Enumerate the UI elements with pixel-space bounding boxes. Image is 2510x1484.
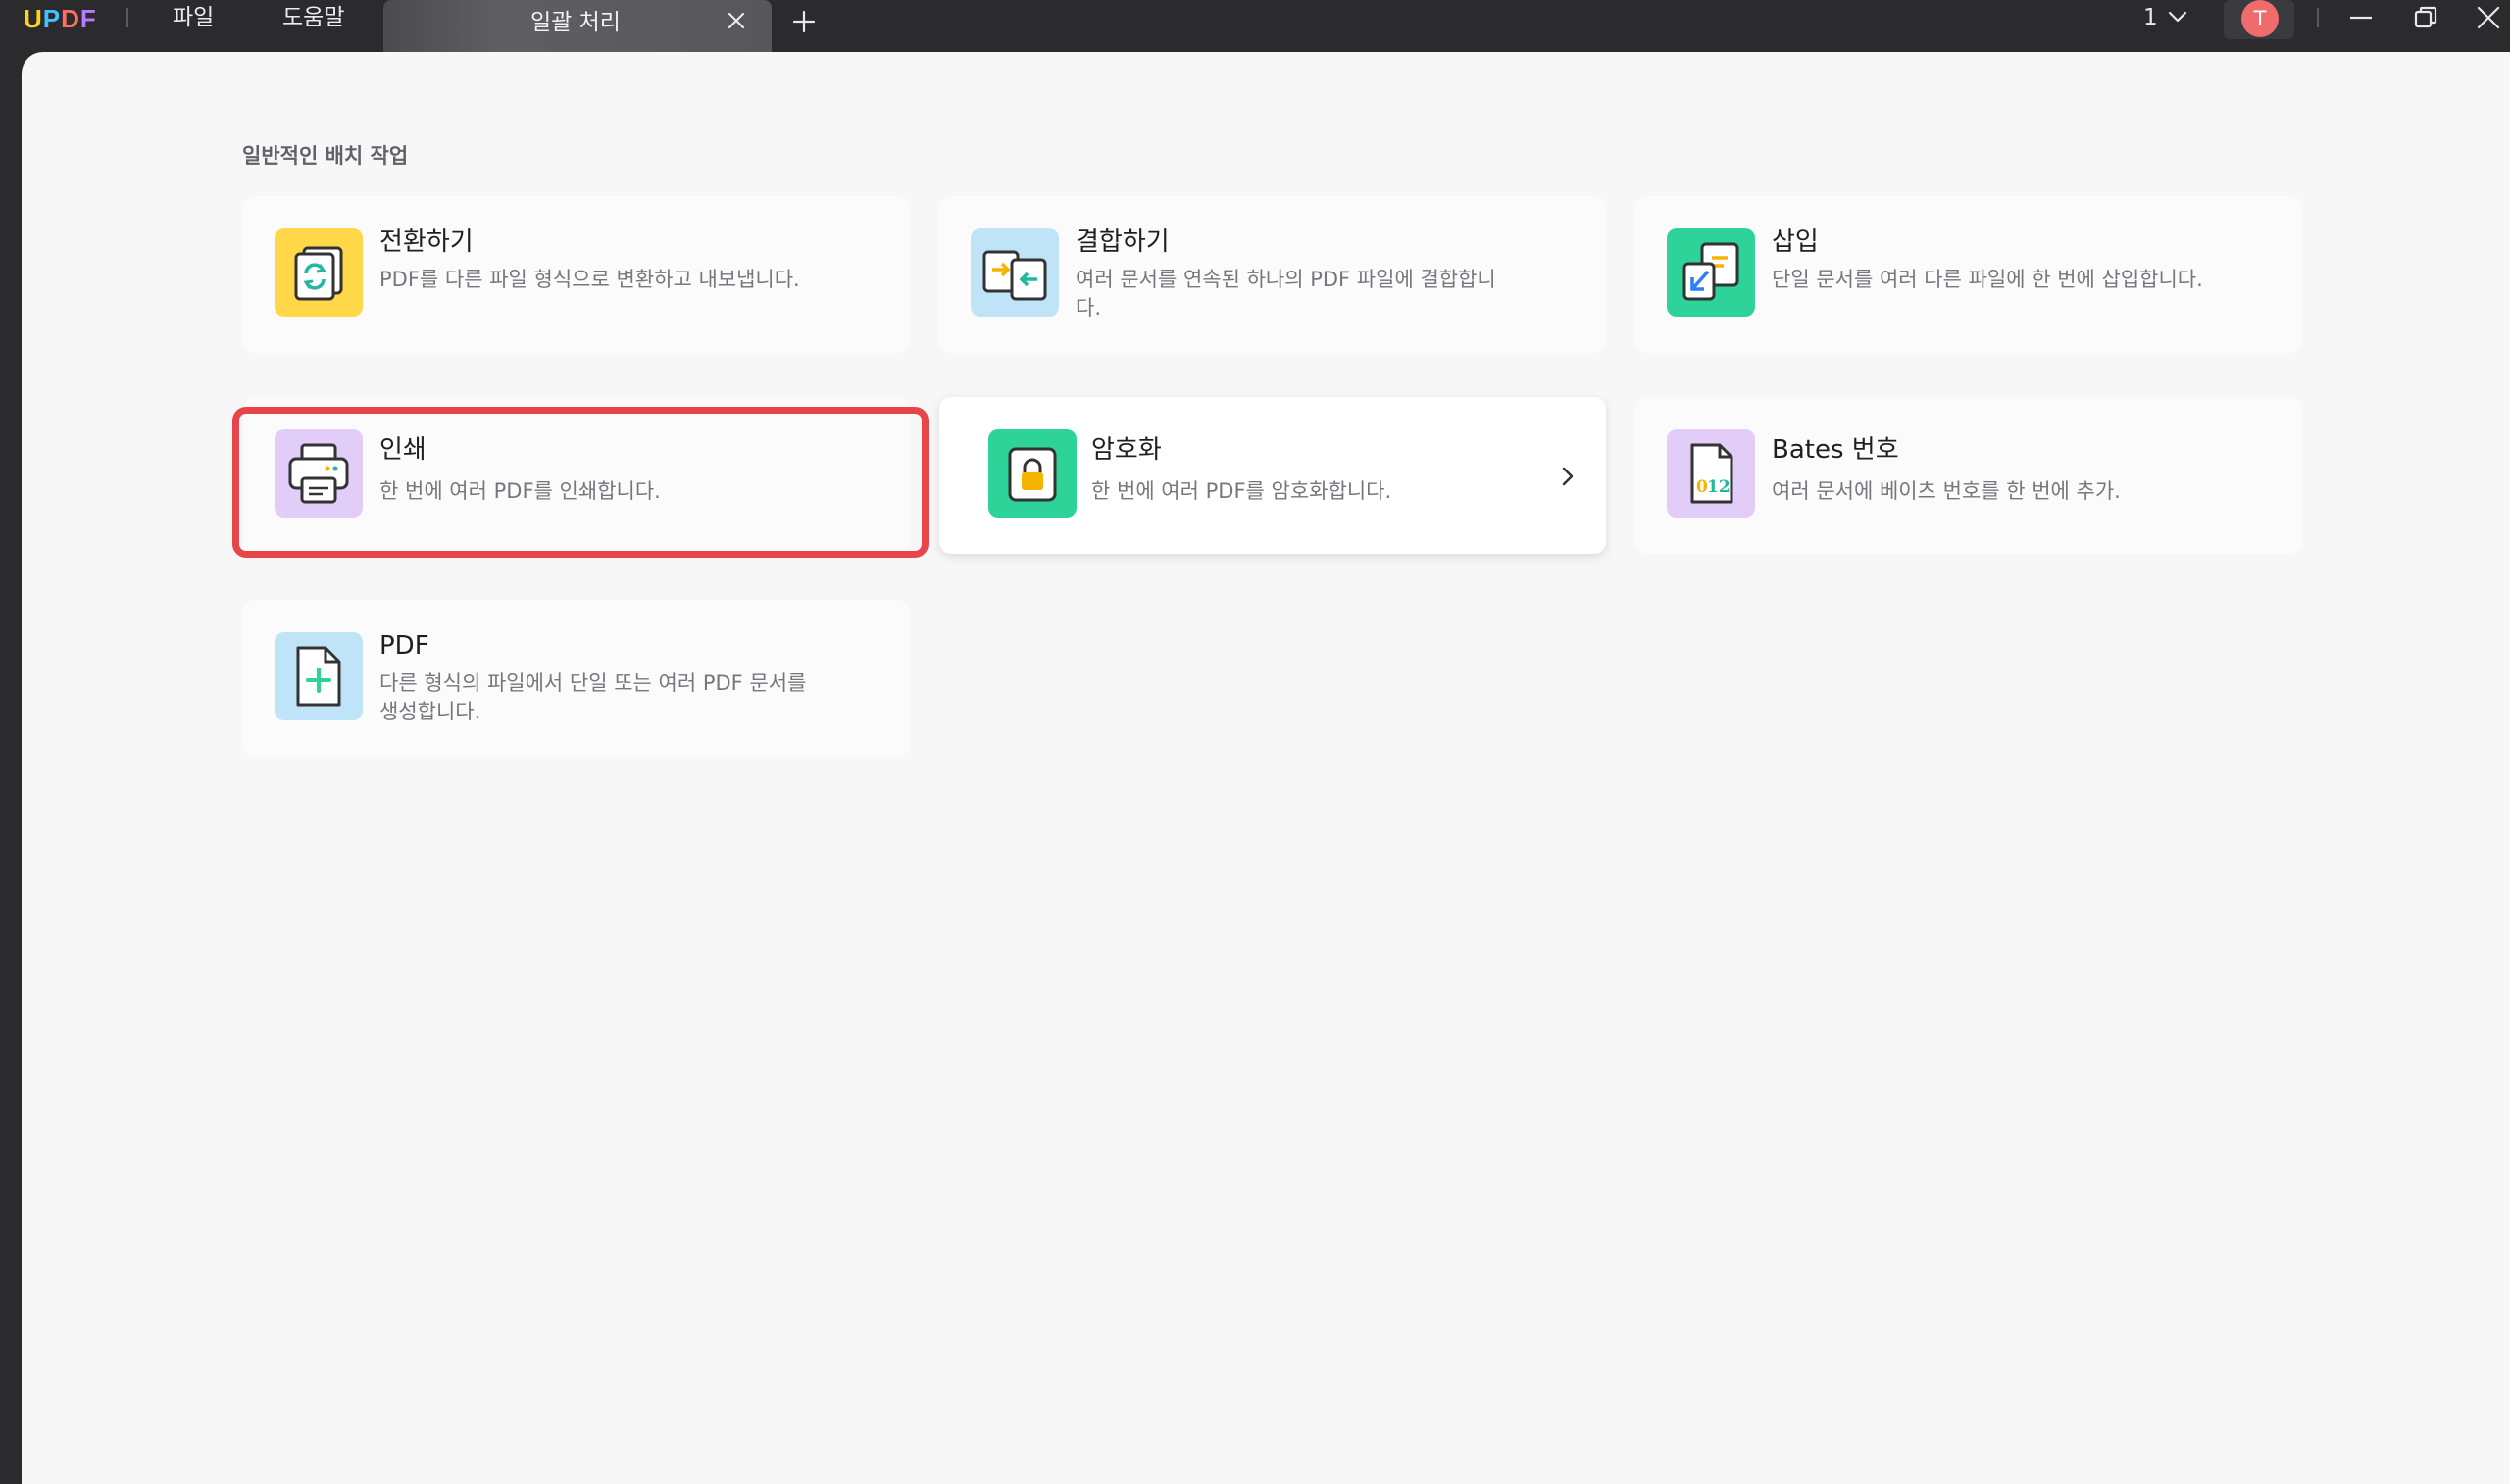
close-window-icon[interactable]	[2475, 4, 2502, 31]
card-title: Bates 번호	[1772, 435, 1899, 465]
card-description: 한 번에 여러 PDF를 암호화합니다.	[1091, 479, 1392, 503]
card-title: 삽입	[1772, 227, 1819, 257]
card-description: 여러 문서에 베이츠 번호를 한 번에 추가.	[1772, 479, 2121, 503]
menu-file[interactable]: 파일	[173, 0, 214, 35]
card-title: 결합하기	[1076, 227, 1170, 257]
card-description: 다른 형식의 파일에서 단일 또는 여러 PDF 문서를 생성합니다.	[379, 671, 807, 723]
card-title: 암호화	[1091, 435, 1162, 465]
convert-icon	[275, 228, 363, 317]
add-file-icon	[275, 632, 363, 720]
card-insert[interactable]: 삽입 단일 문서를 여러 다른 파일에 한 번에 삽입합니다.	[1635, 196, 2302, 353]
page-indicator[interactable]: 1	[2143, 0, 2158, 35]
combine-icon	[971, 228, 1059, 317]
svg-text:12: 12	[1707, 477, 1731, 497]
card-create-pdf[interactable]: PDF 다른 형식의 파일에서 단일 또는 여러 PDF 문서를 생성합니다.	[243, 600, 910, 757]
card-convert[interactable]: 전환하기 PDF를 다른 파일 형식으로 변환하고 내보냅니다.	[243, 196, 910, 353]
lock-icon	[988, 429, 1077, 518]
card-description: PDF를 다른 파일 형식으로 변환하고 내보냅니다.	[379, 268, 800, 291]
card-bates[interactable]: 0 12 Bates 번호 여러 문서에 베이츠 번호를 한 번에 추가.	[1635, 397, 2302, 554]
card-title: 전환하기	[379, 227, 474, 257]
chevron-down-icon[interactable]	[2168, 9, 2187, 25]
close-icon[interactable]	[726, 10, 747, 31]
chevron-right-icon	[1562, 467, 1574, 486]
bates-number-icon: 0 12	[1667, 429, 1755, 518]
avatar: T	[2241, 0, 2279, 37]
plus-icon[interactable]	[792, 10, 816, 33]
card-encrypt[interactable]: 암호화 한 번에 여러 PDF를 암호화합니다.	[939, 397, 1606, 554]
card-description: 단일 문서를 여러 다른 파일에 한 번에 삽입합니다.	[1772, 268, 2203, 291]
card-description: 여러 문서를 연속된 하나의 PDF 파일에 결합합니다.	[1076, 268, 1496, 320]
tab-batch[interactable]: 일괄 처리	[383, 0, 772, 52]
title-bar: UPDF 파일 도움말 일괄 처리 1 T	[0, 0, 2510, 52]
account-button[interactable]: T	[2224, 0, 2294, 39]
tab-title: 일괄 처리	[530, 10, 621, 35]
minimize-icon[interactable]	[2347, 4, 2375, 31]
restore-icon[interactable]	[2412, 4, 2439, 31]
section-title: 일반적인 배치 작업	[242, 144, 409, 168]
insert-icon	[1667, 228, 1755, 317]
card-title: PDF	[379, 631, 429, 661]
highlight-frame	[232, 407, 929, 558]
logo-separator	[126, 8, 128, 27]
card-combine[interactable]: 결합하기 여러 문서를 연속된 하나의 PDF 파일에 결합합니다.	[939, 196, 1606, 353]
updf-logo[interactable]: UPDF	[24, 4, 97, 33]
window-controls-separator	[2317, 8, 2319, 27]
batch-panel: 일반적인 배치 작업 전환하기 PDF를 다른 파일 형식으로 변환하고 내보냅…	[22, 52, 2510, 1484]
menu-help[interactable]: 도움말	[282, 0, 344, 35]
